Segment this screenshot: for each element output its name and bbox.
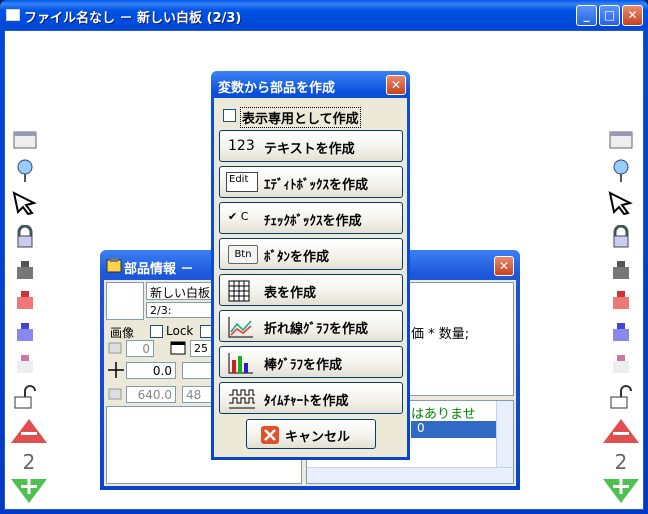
button-icon: Btn (228, 245, 258, 264)
x-field[interactable]: 0 (126, 340, 154, 357)
line-graph-icon (228, 317, 253, 338)
create-button-label: ﾎﾞﾀﾝを作成 (264, 250, 330, 265)
create-editbox-label: ｴﾃﾞｨﾄﾎﾞｯｸｽを作成 (264, 178, 369, 193)
move-icon (108, 362, 124, 378)
window-tool-icon-right[interactable] (607, 129, 635, 155)
create-line-graph-label: 折れ線ｸﾞﾗﾌを作成 (264, 322, 369, 337)
timechart-icon (229, 389, 255, 409)
create-button-button[interactable]: Btn ﾎﾞﾀﾝを作成 (219, 238, 403, 270)
parts-info-icon (106, 258, 122, 273)
create-bar-graph-button[interactable]: 棒ｸﾞﾗﾌを作成 (219, 346, 403, 378)
dialog-close-button[interactable]: ✕ (386, 75, 406, 95)
width-field[interactable]: 640.0 (126, 386, 176, 403)
create-editbox-button[interactable]: Edit ｴﾃﾞｨﾄﾎﾞｯｸｽを作成 (219, 166, 403, 198)
cancel-button[interactable]: キャンセル (246, 419, 376, 449)
lock-checkbox[interactable] (150, 325, 163, 338)
window-size-icon (170, 341, 186, 355)
width-icon (108, 388, 122, 400)
create-text-button[interactable]: 123 テキストを作成 (219, 130, 403, 162)
blue-part-icon[interactable] (11, 319, 39, 345)
title-bar: ファイル名なし － 新しい白板 (2/3) _ □ ✕ (0, 0, 648, 30)
gray-part-icon[interactable] (11, 257, 39, 283)
editbox-icon: Edit (226, 172, 258, 192)
minimize-button[interactable]: _ (576, 5, 597, 26)
window-tool-icon[interactable] (11, 129, 39, 155)
page-up-icon[interactable] (9, 417, 49, 443)
parts-info-title: 部品情報 － (124, 262, 194, 277)
dialog-body: 表示専用として作成 123 テキストを作成 Edit ｴﾃﾞｨﾄﾎﾞｯｸｽを作成… (214, 98, 407, 457)
variable-message: はありませ (411, 407, 476, 422)
x-size-icon (108, 342, 122, 354)
red-part-icon-right[interactable] (607, 287, 635, 313)
blue-part-icon-right[interactable] (607, 319, 635, 345)
create-checkbox-label: ﾁｪｯｸﾎﾞｯｸｽを作成 (264, 214, 362, 229)
pointer-tool-icon-right[interactable] (607, 191, 635, 217)
create-text-label: テキストを作成 (264, 142, 355, 157)
create-timechart-label: ﾀｲﾑﾁｬｰﾄを作成 (264, 394, 349, 409)
create-table-button[interactable]: 表を作成 (219, 274, 403, 306)
create-part-dialog: 変数から部品を作成 ✕ 表示専用として作成 123 テキストを作成 Edit ｴ… (211, 71, 410, 460)
dialog-title: 変数から部品を作成 (218, 81, 336, 96)
selected-variable-row[interactable]: 0 (411, 421, 497, 438)
page-field: 2/3: (146, 302, 216, 318)
checkbox-icon: ✔ C (228, 210, 249, 223)
red-part-icon[interactable] (11, 287, 39, 313)
cancel-label: キャンセル (285, 430, 351, 445)
create-line-graph-button[interactable]: 折れ線ｸﾞﾗﾌを作成 (219, 310, 403, 342)
image-label: 画像 (110, 326, 135, 340)
vertical-scrollbar[interactable] (496, 401, 513, 467)
lock-tool-icon-right[interactable] (607, 224, 635, 251)
gray-part-icon-right[interactable] (607, 257, 635, 283)
window-title: ファイル名なし － 新しい白板 (2/3) (24, 11, 242, 26)
page-number-right: 2 (614, 450, 628, 474)
position-field[interactable]: 0.0 (126, 362, 176, 379)
maximize-button[interactable]: □ (599, 5, 620, 26)
pink-part-icon-right[interactable] (607, 351, 635, 377)
page-number-left: 2 (22, 450, 36, 474)
bar-graph-icon (228, 353, 253, 374)
pointer-tool-icon[interactable] (11, 191, 39, 217)
horizontal-scrollbar[interactable] (307, 467, 513, 483)
unlock-tool-icon[interactable] (11, 385, 39, 411)
create-table-label: 表を作成 (264, 286, 317, 301)
close-button[interactable]: ✕ (622, 5, 643, 26)
magnifier-tool-icon[interactable] (11, 159, 39, 185)
document-icon (6, 9, 20, 21)
lock-tool-icon[interactable] (11, 224, 39, 251)
parts-info-close-button[interactable]: ✕ (494, 256, 514, 276)
create-bar-graph-label: 棒ｸﾞﾗﾌを作成 (264, 358, 343, 373)
create-timechart-button[interactable]: ﾀｲﾑﾁｬｰﾄを作成 (219, 382, 403, 414)
page-down-icon[interactable] (9, 477, 49, 503)
create-checkbox-button[interactable]: ✔ C ﾁｪｯｸﾎﾞｯｸｽを作成 (219, 202, 403, 234)
pink-part-icon[interactable] (11, 351, 39, 377)
text-icon: 123 (228, 138, 255, 154)
preview-box (106, 282, 144, 320)
page-down-icon-right[interactable] (601, 477, 641, 503)
name-field[interactable]: 新しい白板 (146, 282, 216, 300)
display-only-label: 表示専用として作成 (240, 107, 361, 128)
table-icon (228, 280, 250, 302)
magnifier-tool-icon-right[interactable] (607, 159, 635, 185)
lock-label: Lock (166, 324, 194, 338)
unlock-tool-icon-right[interactable] (607, 385, 635, 411)
page-up-icon-right[interactable] (601, 417, 641, 443)
display-only-checkbox[interactable] (223, 109, 236, 122)
cancel-icon (261, 426, 279, 444)
